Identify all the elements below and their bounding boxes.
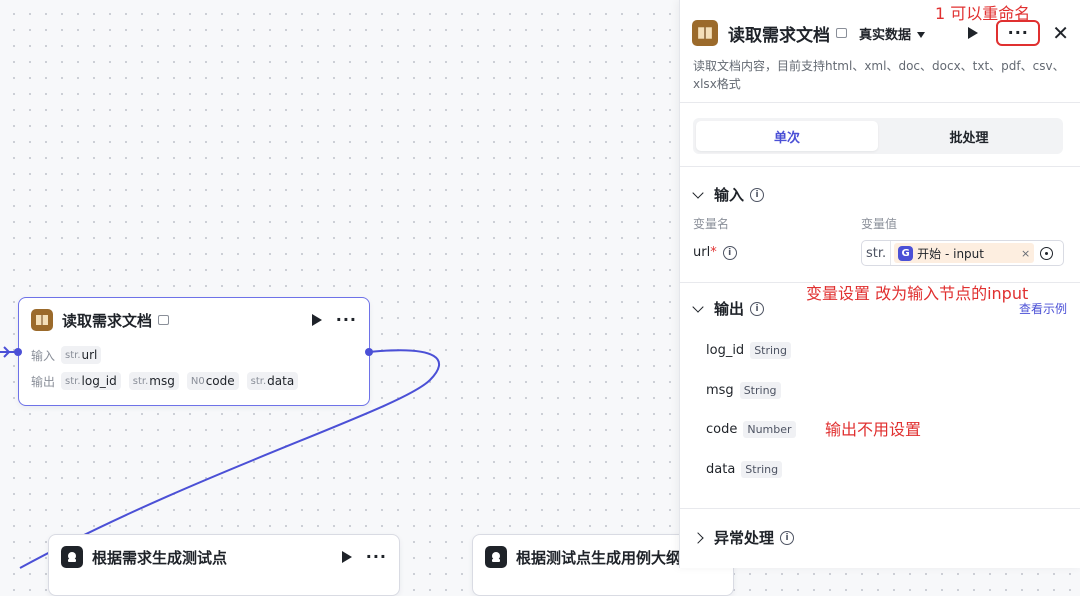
output-item: data String (706, 461, 783, 478)
var-name-url: url (693, 245, 711, 260)
output-section-header[interactable]: 输出 i (692, 298, 765, 319)
type-pill: String (750, 342, 792, 359)
info-icon[interactable]: i (722, 245, 737, 260)
node-title: 根据测试点生成用例大纲 (516, 548, 682, 567)
node-input-row: 输入 str. url (19, 342, 369, 368)
run-node-button[interactable] (311, 314, 322, 326)
start-node-icon: G (898, 245, 914, 261)
run-mode-tabs: 单次 批处理 (693, 118, 1063, 154)
plugin-icon (836, 28, 847, 38)
node-description: 读取文档内容，目前支持html、xml、doc、docx、txt、pdf、csv… (693, 59, 1065, 91)
info-icon[interactable]: i (750, 187, 765, 202)
node-output-row: 输出 str. log_id str. msg N0 code str. data (19, 368, 369, 394)
output-tag-msg: str. msg (128, 372, 179, 390)
output-tag-data: str. data (246, 372, 299, 390)
node-title: 根据需求生成测试点 (92, 548, 228, 567)
clear-icon[interactable]: × (1021, 247, 1030, 260)
chevron-down-icon (692, 300, 704, 313)
close-icon[interactable]: ✕ (1052, 23, 1069, 43)
input-section-header[interactable]: 输入 i (692, 184, 765, 205)
node-header: 读取需求文档 ··· (19, 298, 369, 342)
value-reference-chip[interactable]: G 开始 - input × (894, 243, 1035, 263)
plugin-icon (158, 315, 170, 325)
run-node-button[interactable] (341, 551, 352, 563)
chevron-right-icon (692, 531, 704, 544)
book-icon (31, 309, 53, 331)
node-title: 读取需求文档 (62, 311, 153, 330)
error-section-title: 异常处理 (714, 529, 775, 547)
input-tag-url: str. url (61, 346, 102, 364)
node-gen-testpoints[interactable]: 根据需求生成测试点 ··· (48, 534, 400, 596)
output-tag-code: N0 code (186, 372, 239, 390)
output-item: log_id String (706, 342, 792, 359)
divider (680, 508, 1080, 509)
value-type-select[interactable]: str. (862, 241, 892, 265)
node-more-button[interactable]: ··· (366, 549, 387, 565)
input-label: 输入 (31, 348, 56, 363)
annotation-input-tip: 变量设置 改为输入节点的input (806, 284, 1029, 303)
input-var-row: url * i (693, 245, 737, 260)
output-section-title: 输出 (714, 300, 745, 318)
run-node-button[interactable] (968, 27, 979, 39)
output-port[interactable] (365, 348, 373, 356)
tab-batch[interactable]: 批处理 (878, 121, 1060, 151)
output-item: code Number (706, 421, 796, 438)
input-port[interactable] (14, 348, 22, 356)
error-section-header[interactable]: 异常处理 i (692, 527, 795, 548)
divider (680, 166, 1080, 167)
workflow-canvas[interactable]: 读取需求文档 ··· 输入 str. url 输出 str. log_id str.… (0, 0, 734, 596)
input-section-title: 输入 (714, 186, 745, 204)
output-tag-log-id: str. log_id (61, 372, 121, 390)
output-label: 输出 (31, 374, 56, 389)
annotation-output-tip: 输出不用设置 (825, 420, 922, 439)
node-more-button[interactable]: ··· (336, 312, 357, 328)
caret-down-icon (917, 32, 926, 38)
node-header: 根据需求生成测试点 ··· (49, 535, 399, 579)
type-pill: String (739, 382, 781, 399)
llm-icon (485, 546, 507, 568)
reference-picker-icon[interactable] (1040, 246, 1054, 260)
more-icon: ··· (1007, 23, 1029, 42)
col-var-value: 变量值 (861, 217, 898, 231)
var-value-field[interactable]: str. G 开始 - input × (861, 240, 1064, 266)
type-pill: String (741, 461, 783, 478)
node-read-doc[interactable]: 读取需求文档 ··· 输入 str. url 输出 str. log_id str.… (18, 297, 370, 406)
tab-single[interactable]: 单次 (696, 121, 878, 151)
col-var-name: 变量名 (693, 217, 730, 231)
info-icon[interactable]: i (780, 530, 795, 545)
required-mark: * (710, 245, 717, 260)
chevron-down-icon (692, 186, 704, 199)
type-pill: Number (743, 421, 796, 438)
value-reference-text: 开始 - input (917, 246, 984, 261)
book-icon (692, 20, 718, 46)
edge-layer (0, 346, 441, 569)
panel-title[interactable]: 读取需求文档 (728, 21, 830, 46)
info-icon[interactable]: i (750, 301, 765, 316)
data-mode-select[interactable]: 真实数据 (859, 24, 926, 43)
output-item: msg String (706, 382, 781, 399)
annotation-rename: 1 可以重命名 (935, 4, 1031, 23)
divider (680, 102, 1080, 103)
llm-icon (61, 546, 83, 568)
